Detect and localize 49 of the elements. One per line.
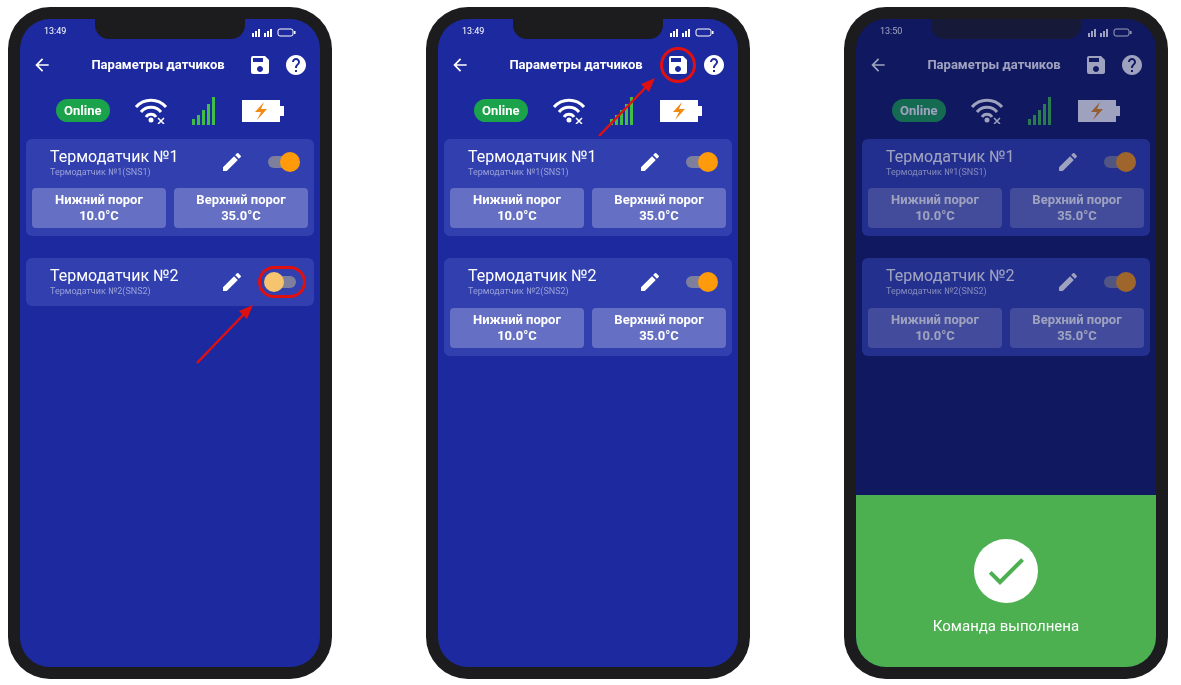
online-badge: Online (892, 98, 946, 123)
sensor-name: Термодатчик №2 (886, 266, 1016, 287)
help-icon[interactable] (702, 52, 726, 77)
threshold-button[interactable]: Нижний порог 10.0°C (868, 307, 1002, 348)
sensor-name: Термодатчик №2 (50, 266, 180, 287)
wifi-off-icon (133, 97, 168, 124)
screen-title: Параметры датчиков (509, 55, 643, 74)
threshold-button[interactable]: Верхний порог 35.0°C (592, 307, 726, 348)
status-icons (252, 27, 296, 37)
help-icon[interactable] (284, 52, 308, 77)
signal-bars-icon (609, 96, 636, 125)
help-icon[interactable] (1120, 52, 1144, 77)
signal-bars-icon (1027, 96, 1054, 125)
battery-charging-icon (659, 99, 702, 122)
threshold-button[interactable]: Нижний порог 10.0°C (868, 187, 1002, 229)
sensor-subtitle: Термодатчик №1(SNS1) (468, 166, 570, 178)
threshold-button[interactable]: Верхний порог 35.0°C (1010, 187, 1144, 229)
battery-charging-icon (1077, 99, 1120, 122)
battery-charging-icon (241, 99, 284, 122)
threshold-button[interactable]: Верхний порог 35.0°C (174, 187, 308, 229)
annotation-arrow (597, 75, 657, 138)
sensor-name: Термодатчик №1 (50, 146, 180, 167)
online-badge: Online (56, 98, 110, 123)
threshold-button[interactable]: Верхний порог 35.0°C (1010, 307, 1144, 348)
threshold-button[interactable]: Верхний порог 35.0°C (592, 187, 726, 229)
screen-title: Параметры датчиков (927, 55, 1061, 74)
success-message: Команда выполнена (932, 616, 1080, 638)
threshold-button[interactable]: Нижний порог 10.0°C (450, 307, 584, 348)
sensor-name: Термодатчик №1 (468, 146, 598, 167)
screen-title: Параметры датчиков (91, 55, 225, 74)
signal-bars-icon (191, 96, 218, 125)
wifi-off-icon (969, 97, 1004, 124)
sensor-name: Термодатчик №2 (468, 266, 598, 287)
status-time: 13:50 (880, 25, 903, 39)
threshold-button[interactable]: Нижний порог 10.0°C (450, 187, 584, 229)
threshold-button[interactable]: Нижний порог 10.0°C (32, 187, 166, 229)
sensor-subtitle: Термодатчик №1(SNS1) (886, 166, 988, 178)
online-badge: Online (474, 98, 528, 123)
sensor-subtitle: Термодатчик №1(SNS1) (50, 166, 152, 178)
sensor-name: Термодатчик №1 (886, 146, 1016, 167)
sensor-subtitle: Термодатчик №2(SNS2) (468, 286, 570, 298)
status-time: 13:49 (462, 25, 485, 39)
annotation-arrow (195, 302, 255, 365)
status-icons (1088, 27, 1132, 37)
sensor-subtitle: Термодатчик №2(SNS2) (50, 286, 152, 298)
sensor-subtitle: Термодатчик №2(SNS2) (886, 286, 988, 298)
status-time: 13:49 (44, 25, 67, 39)
status-icons (670, 27, 714, 37)
wifi-off-icon (551, 97, 586, 124)
